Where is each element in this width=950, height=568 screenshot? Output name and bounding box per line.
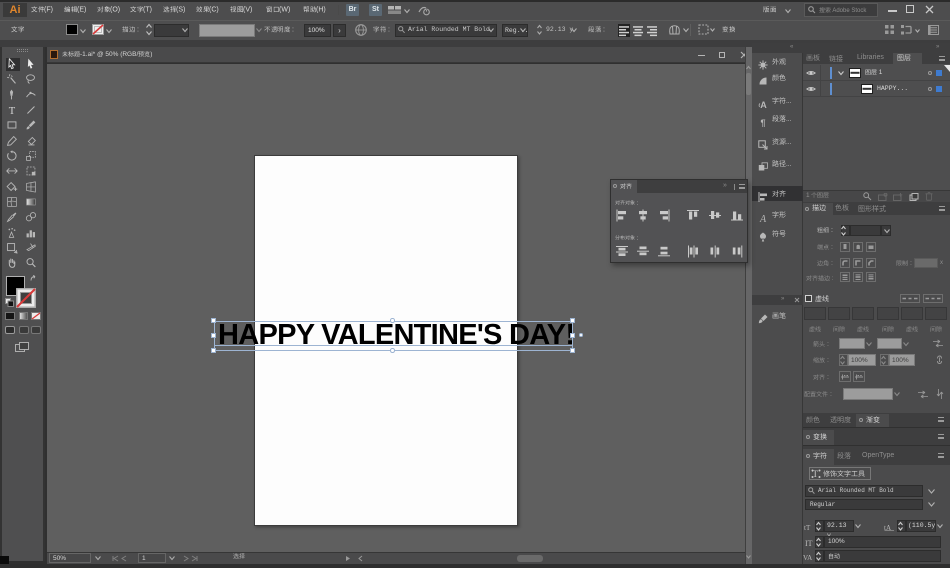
svg-text:A: A <box>760 100 767 109</box>
svg-text:A: A <box>759 214 767 223</box>
svg-text:T: T <box>9 106 16 116</box>
svg-text:¶: ¶ <box>760 118 765 127</box>
svg-text:IT: IT <box>805 539 813 547</box>
svg-text:VA: VA <box>803 554 812 561</box>
svg-text:tT: tT <box>804 524 811 531</box>
svg-text:tA: tA <box>884 524 891 531</box>
